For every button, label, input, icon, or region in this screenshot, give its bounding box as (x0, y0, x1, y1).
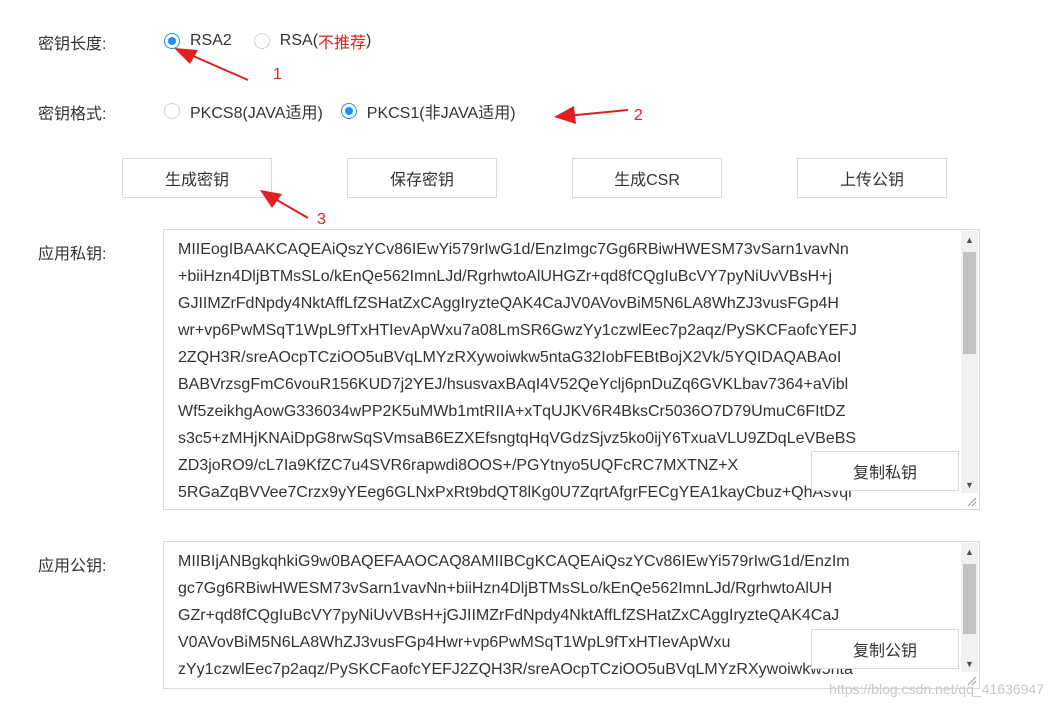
public-key-line: gc7Gg6RBiwHWESM73vSarn1vavNn+biiHzn4DljB… (178, 580, 833, 597)
save-key-button[interactable]: 保存密钥 (347, 158, 497, 198)
key-length-label: 密钥长度: (38, 36, 107, 53)
copy-private-key-button[interactable]: 复制私钥 (811, 451, 959, 491)
annotation-2: 2 (634, 107, 643, 124)
radio-pkcs1[interactable]: PKCS1(非JAVA适用) (340, 99, 516, 123)
private-key-textarea[interactable]: MIIEogIBAAKCAQEAiQszYCv86IEwYi579rIwG1d/… (163, 229, 980, 510)
private-key-line: +biiHzn4DljBTMsSLo/kEnQe562ImnLJd/Rgrhwt… (178, 268, 833, 285)
key-format-radio-group: PKCS8(JAVA适用) PKCS1(非JAVA适用) (164, 99, 534, 123)
key-format-label: 密钥格式: (38, 106, 107, 123)
radio-pkcs1-label: PKCS1(非JAVA适用) (366, 105, 516, 122)
private-key-line: s3c5+zMHjKNAiDpG8rwSqSVmsaB6EZXEfsngtqHq… (178, 430, 857, 447)
generate-key-button[interactable]: 生成密钥 (122, 158, 272, 198)
scroll-up-icon[interactable]: ▲ (961, 543, 978, 560)
annotation-3: 3 (317, 211, 326, 228)
annotation-arrow-1-icon (174, 48, 249, 81)
generate-csr-button[interactable]: 生成CSR (572, 158, 722, 198)
watermark: https://blog.csdn.net/qq_41636947 (829, 681, 1044, 697)
upload-public-key-button[interactable]: 上传公钥 (797, 158, 947, 198)
annotation-arrow-2-icon (554, 106, 629, 124)
public-key-label: 应用公钥: (38, 558, 107, 575)
annotation-1: 1 (273, 66, 282, 83)
radio-pkcs1-indicator[interactable] (340, 103, 357, 119)
copy-public-key-button[interactable]: 复制公钥 (811, 629, 959, 669)
private-key-line: BABVrzsgFmC6vouR156KUD7j2YEJ/hsusvaxBAqI… (178, 376, 849, 393)
public-key-textarea[interactable]: MIIBIjANBgkqhkiG9w0BAQEFAAOCAQ8AMIIBCgKC… (163, 541, 980, 689)
radio-pkcs8[interactable]: PKCS8(JAVA适用) (164, 99, 323, 123)
scroll-down-icon[interactable]: ▼ (961, 476, 978, 493)
private-key-line: wr+vp6PwMSqT1WpL9fTxHTIevApWxu7a08LmSR6G… (178, 322, 857, 339)
not-recommended-text: 不推荐 (318, 35, 367, 52)
private-key-scrollbar[interactable]: ▲ ▼ (961, 231, 978, 493)
public-key-scrollbar[interactable]: ▲ ▼ (961, 543, 978, 672)
radio-pkcs8-label: PKCS8(JAVA适用) (190, 105, 323, 122)
radio-rsa[interactable]: RSA(不推荐) (253, 29, 372, 53)
scroll-thumb[interactable] (963, 564, 976, 634)
private-key-line: GJIIMZrFdNpdy4NktAffLfZSHatZxCAggIryzteQ… (178, 295, 839, 312)
annotation-arrow-3-icon (260, 190, 309, 219)
scroll-thumb[interactable] (963, 252, 976, 354)
radio-rsa-label: RSA( (279, 32, 319, 49)
public-key-line: MIIBIjANBgkqhkiG9w0BAQEFAAOCAQ8AMIIBCgKC… (178, 553, 850, 570)
resize-handle-icon[interactable] (965, 495, 977, 507)
scroll-up-icon[interactable]: ▲ (961, 231, 978, 248)
private-key-label: 应用私钥: (38, 246, 107, 263)
radio-rsa-label-close: ) (366, 32, 372, 49)
private-key-line: Wf5zeikhgAowG336034wPP2K5uMWb1mtRIIA+xTq… (178, 403, 846, 420)
scroll-down-icon[interactable]: ▼ (961, 655, 978, 672)
public-key-line: GZr+qd8fCQgIuBcVY7pyNiUvVBsH+jGJIIMZrFdN… (178, 607, 840, 624)
private-key-line: MIIEogIBAAKCAQEAiQszYCv86IEwYi579rIwG1d/… (178, 241, 849, 258)
private-key-line: 2ZQH3R/sreAOcpTCziOO5uBVqLMYzRXywoiwkw5n… (178, 349, 842, 366)
radio-pkcs8-indicator[interactable] (164, 103, 180, 119)
